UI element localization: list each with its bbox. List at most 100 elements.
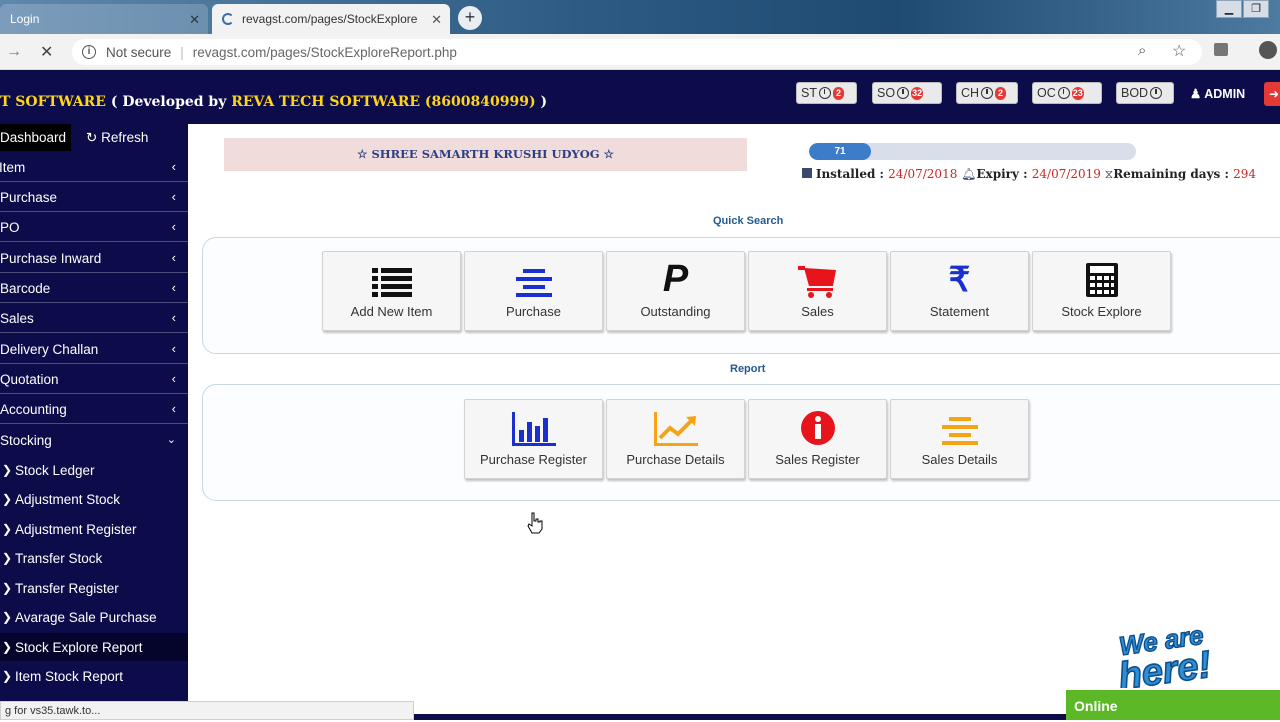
address-bar[interactable]: i Not secure | revagst.com/pages/StockEx… [72,39,1202,65]
sidebar-subitem-adjustment-register[interactable]: ❯ Adjustment Register [0,515,188,543]
sidebar-item-sales[interactable]: Sales ‹ [0,305,188,333]
minimize-icon[interactable]: ▁ [1216,0,1242,18]
chevron-left-icon: ‹ [171,159,176,174]
badge-ch[interactable]: CH 2 [956,82,1018,104]
badge-so[interactable]: SO 32 [872,82,942,104]
user-menu[interactable]: ♟ ADMIN [1190,86,1245,101]
sidebar-item-delivery-challan[interactable]: Delivery Challan ‹ [0,336,188,364]
sidebar-subitem-transfer-stock[interactable]: ❯ Transfer Stock [0,544,188,572]
sidebar-item-stocking[interactable]: Stocking ⌄ [0,426,188,454]
badge-label: SO [877,86,896,100]
chat-online-button[interactable]: Online [1066,690,1280,720]
sidebar-subitem-label: Item Stock Report [15,668,124,684]
refresh-button[interactable]: ↻ Refresh [86,124,148,151]
chevron-left-icon: ‹ [171,280,176,295]
calculator-icon [1033,252,1170,298]
dashboard-button[interactable]: Dashboard [0,124,71,151]
sidebar-subitem-avarage-sale-purchase[interactable]: ❯ Avarage Sale Purchase [0,603,188,631]
star-icon: ☆ [603,147,614,161]
sidebar-item-quotation[interactable]: Quotation ‹ [0,366,188,394]
button-label: Purchase Details [626,452,725,467]
tab-login[interactable]: Login ✕ [0,4,208,34]
stock-explore-button[interactable]: Stock Explore [1032,251,1171,331]
star-icon: ☆ [357,147,368,161]
sidebar-subitem-stock-explore-report[interactable]: ❯ Stock Explore Report [0,633,188,661]
badge-count: 32 [911,86,924,100]
close-tab-icon[interactable]: ✕ [189,12,200,28]
purchase-details-button[interactable]: Purchase Details [606,399,745,479]
maximize-icon[interactable]: ❐ [1243,0,1269,18]
list-icon [323,252,460,298]
sidebar-subitem-adjustment-stock[interactable]: ❯ Adjustment Stock [0,485,188,513]
license-progress-bar: 71 [809,143,1136,160]
divider: | [180,44,184,60]
dashboard-label: Dashboard [0,130,67,145]
title-developed: ( Developed by [105,94,232,110]
chevron-down-icon: ⌄ [166,434,176,446]
button-label: Stock Explore [1061,304,1142,319]
angle-right-icon: ❯ [2,640,13,654]
close-tab-icon[interactable]: ✕ [431,12,442,28]
sidebar-item-accounting[interactable]: Accounting ‹ [0,396,188,424]
shopping-cart-icon [749,252,886,298]
sidebar-subitem-transfer-register[interactable]: ❯ Transfer Register [0,574,188,602]
sidebar-subitem-stock-ledger[interactable]: ❯ Stock Ledger [0,456,188,484]
new-tab-button[interactable]: + [458,6,482,30]
sidebar-item-purchase-inward[interactable]: Purchase Inward ‹ [0,245,188,273]
outstanding-button[interactable]: P Outstanding [606,251,745,331]
loading-spinner-icon [222,13,234,25]
sales-details-button[interactable]: Sales Details [890,399,1029,479]
stop-icon[interactable]: ✕ [40,42,53,62]
sidebar-item-label: Sales [0,311,34,326]
expiry-label: Expiry : [976,167,1032,181]
badge-count: 23 [1071,86,1084,100]
info-circle-icon [749,400,886,446]
search-icon[interactable]: ⌕ [1138,42,1146,59]
badge-oc[interactable]: OC 23 [1032,82,1102,104]
sidebar-item-label: Delivery Challan [0,342,99,357]
purchase-register-button[interactable]: Purchase Register [464,399,603,479]
tab-stock-explore[interactable]: revagst.com/pages/StockExplore ✕ [212,4,450,34]
badge-st[interactable]: ST 2 [796,82,857,104]
star-icon[interactable]: ☆ [1172,41,1186,61]
badge-bod[interactable]: BOD [1116,82,1174,104]
license-progress-fill: 71 [809,143,872,160]
sidebar-item-barcode[interactable]: Barcode ‹ [0,275,188,303]
sidebar-item-label: Accounting [0,402,67,417]
sales-button[interactable]: Sales [748,251,887,331]
rupee-icon: ₹ [948,261,971,299]
sidebar-item-purchase[interactable]: Purchase ‹ [0,184,188,212]
clock-icon [1150,87,1163,99]
sidebar-subitem-item-stock-report[interactable]: ❯ Item Stock Report [0,662,188,690]
logout-button[interactable]: ➜ [1264,82,1280,106]
sidebar-subitem-label: Adjustment Register [15,521,137,537]
info-icon[interactable]: i [82,45,96,59]
sales-register-button[interactable]: Sales Register [748,399,887,479]
sidebar-item-label: Barcode [0,281,51,296]
url-text[interactable]: revagst.com/pages/StockExploreReport.php [193,45,457,60]
title-prefix: T SOFTWARE [0,94,106,110]
angle-right-icon: ❯ [2,551,13,565]
installed-label: Installed : [815,167,889,181]
statement-button[interactable]: ₹ Statement [890,251,1029,331]
quick-search-title: Quick Search [713,215,784,227]
chat-badge[interactable]: We are here! [1112,618,1248,699]
angle-right-icon: ❯ [2,492,13,506]
forward-icon[interactable]: → [6,43,22,61]
report-title: Report [730,363,766,375]
hand-cursor-icon [527,512,543,539]
profile-icon[interactable] [1259,41,1277,59]
calendar-icon [802,168,812,178]
progress-value: 71 [834,146,846,157]
add-new-item-button[interactable]: Add New Item [322,251,461,331]
purchase-button[interactable]: Purchase [464,251,603,331]
clock-icon [897,87,910,99]
sidebar-item-po[interactable]: PO ‹ [0,214,188,242]
user-icon: ♟ [1190,87,1202,101]
security-label: Not secure [106,44,172,60]
clock-icon [1057,87,1070,99]
extension-icon[interactable] [1214,43,1228,56]
sidebar-item-item[interactable]: Item ‹ [0,154,188,182]
chevron-left-icon: ‹ [171,310,176,325]
angle-right-icon: ❯ [2,463,13,477]
